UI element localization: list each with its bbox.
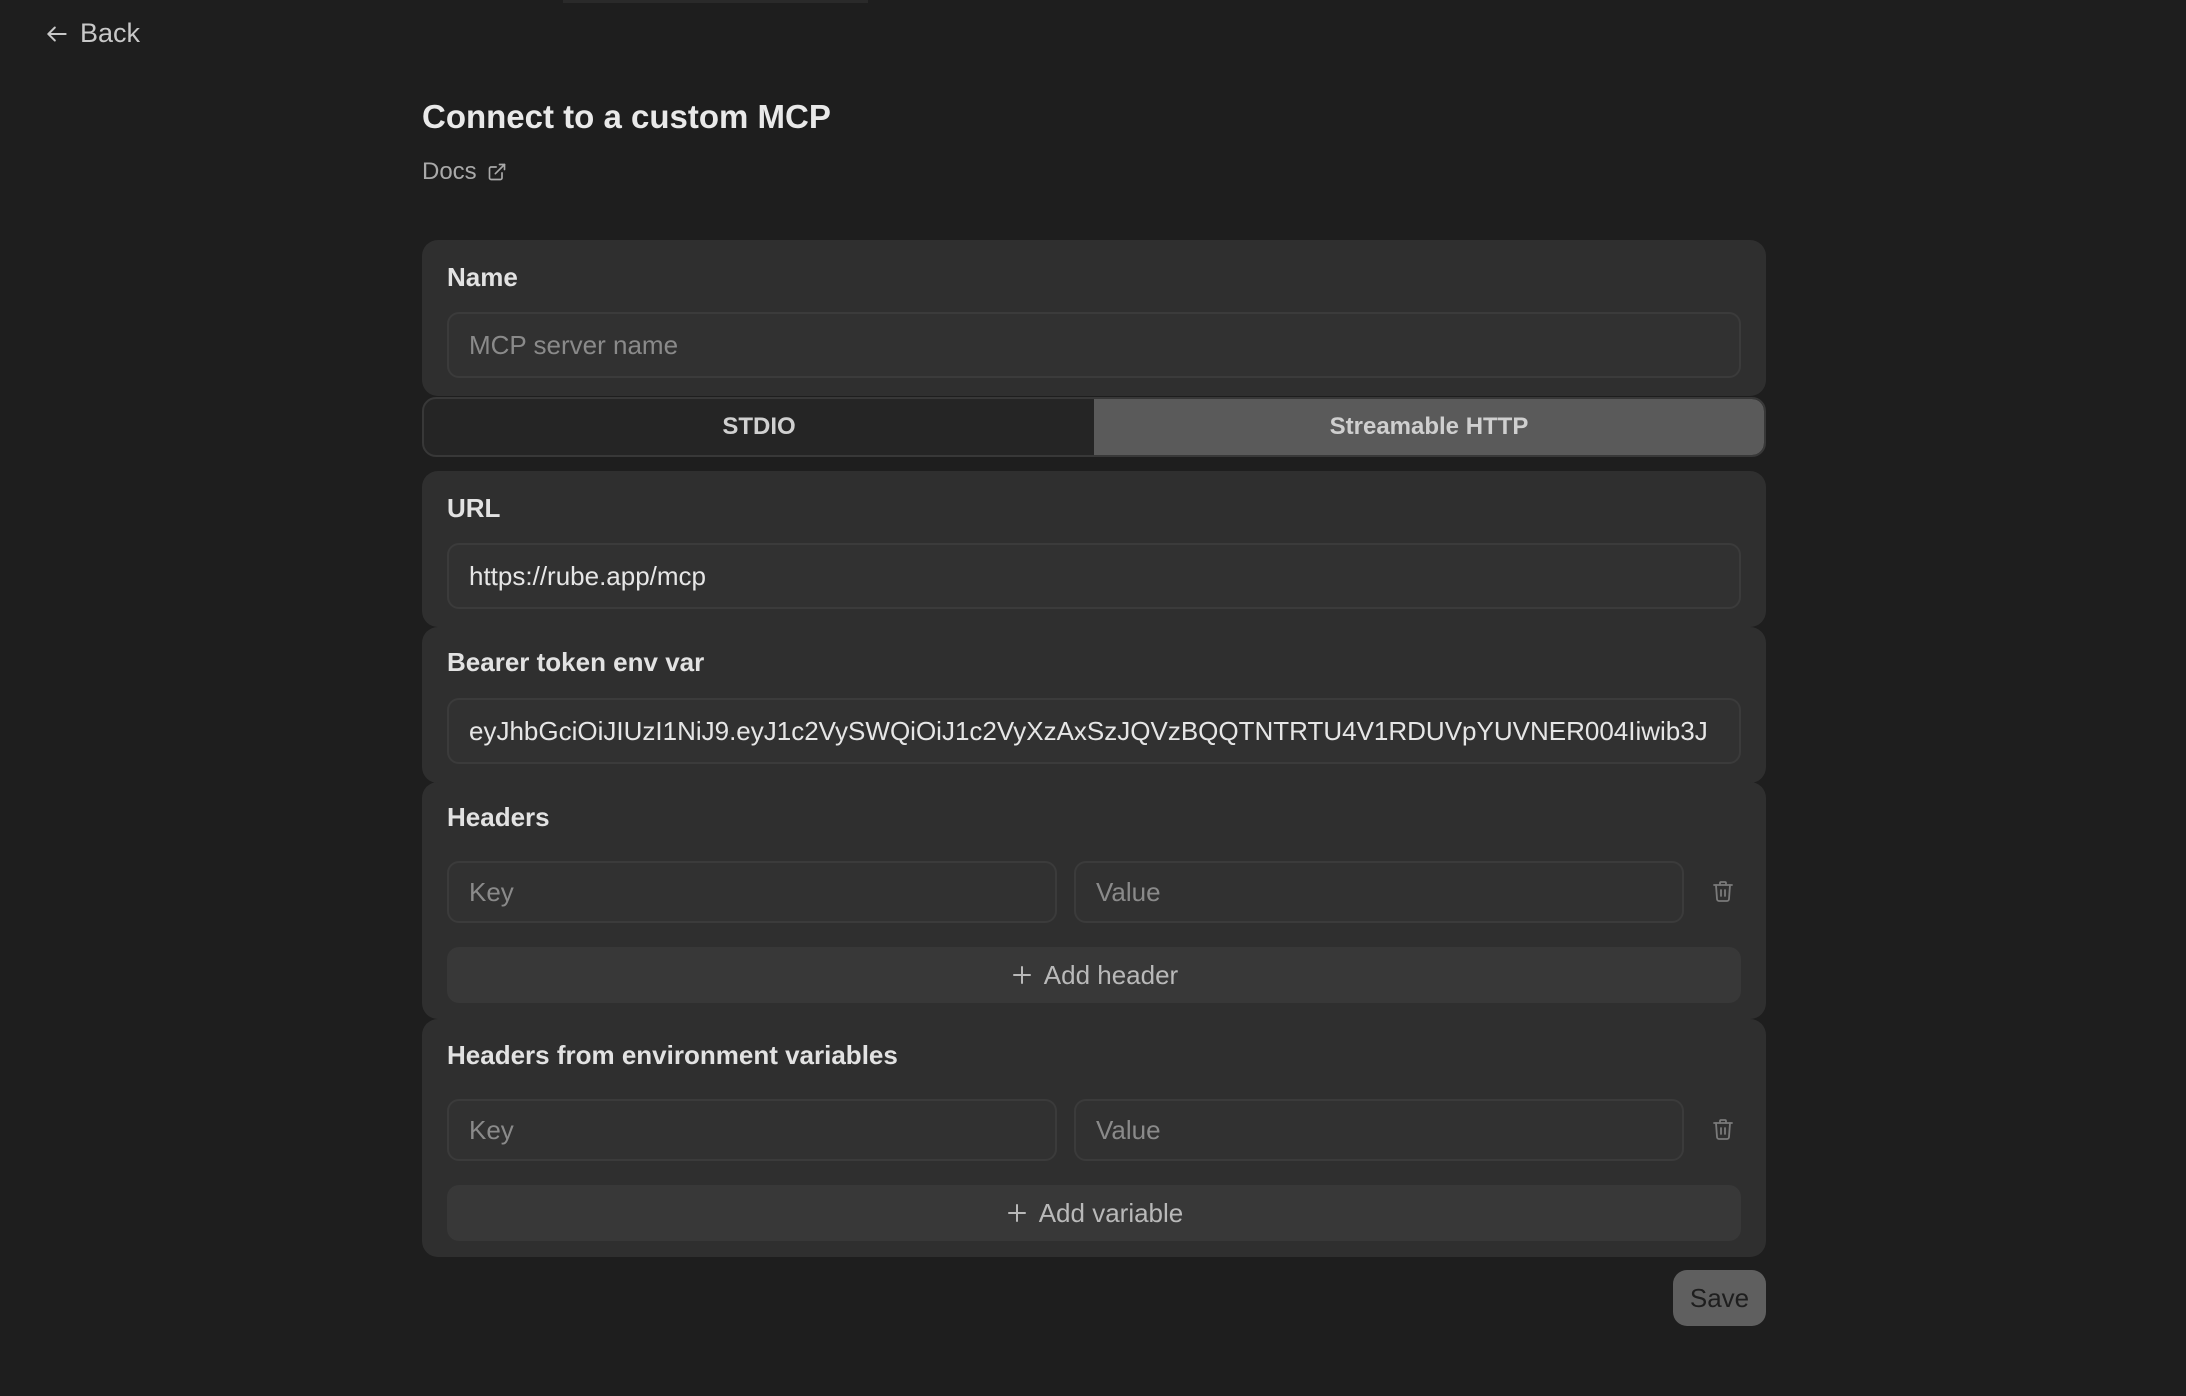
url-card: URL <box>422 471 1766 627</box>
save-button[interactable]: Save <box>1673 1270 1766 1326</box>
header-value-input[interactable] <box>1074 861 1684 923</box>
trash-icon[interactable] <box>1711 1116 1735 1142</box>
page-title: Connect to a custom MCP <box>422 98 831 135</box>
headers-card: Headers Add header <box>422 782 1766 1019</box>
add-variable-button[interactable]: Add variable <box>447 1185 1741 1241</box>
bearer-token-input[interactable] <box>447 698 1741 764</box>
name-label: Name <box>447 262 518 292</box>
back-button[interactable]: Back <box>44 18 140 49</box>
tab-streamable-http[interactable]: Streamable HTTP <box>1094 399 1764 455</box>
external-link-icon <box>488 163 506 181</box>
header-key-input[interactable] <box>447 861 1057 923</box>
plus-icon <box>1012 966 1031 984</box>
add-header-button[interactable]: Add header <box>447 947 1741 1003</box>
add-variable-label: Add variable <box>1038 1197 1184 1228</box>
trash-icon[interactable] <box>1711 878 1735 904</box>
bearer-card: Bearer token env var <box>422 627 1766 783</box>
add-header-label: Add header <box>1043 959 1179 990</box>
env-key-input[interactable] <box>447 1099 1057 1161</box>
bearer-label: Bearer token env var <box>447 647 705 677</box>
transport-toggle: STDIO Streamable HTTP <box>422 397 1766 457</box>
arrow-left-icon <box>47 26 67 41</box>
url-input[interactable] <box>447 543 1741 609</box>
env-headers-card: Headers from environment variables Add v… <box>422 1019 1766 1257</box>
headers-label: Headers <box>447 802 550 832</box>
back-label: Back <box>80 18 141 48</box>
docs-label: Docs <box>422 158 477 185</box>
docs-link[interactable]: Docs <box>422 158 507 186</box>
plus-icon <box>1007 1204 1026 1222</box>
server-name-input[interactable] <box>447 312 1741 378</box>
top-divider <box>563 0 868 3</box>
name-card: Name <box>422 240 1766 396</box>
env-headers-label: Headers from environment variables <box>447 1040 898 1070</box>
env-value-input[interactable] <box>1074 1099 1684 1161</box>
url-label: URL <box>447 493 501 523</box>
tab-stdio[interactable]: STDIO <box>424 399 1094 455</box>
